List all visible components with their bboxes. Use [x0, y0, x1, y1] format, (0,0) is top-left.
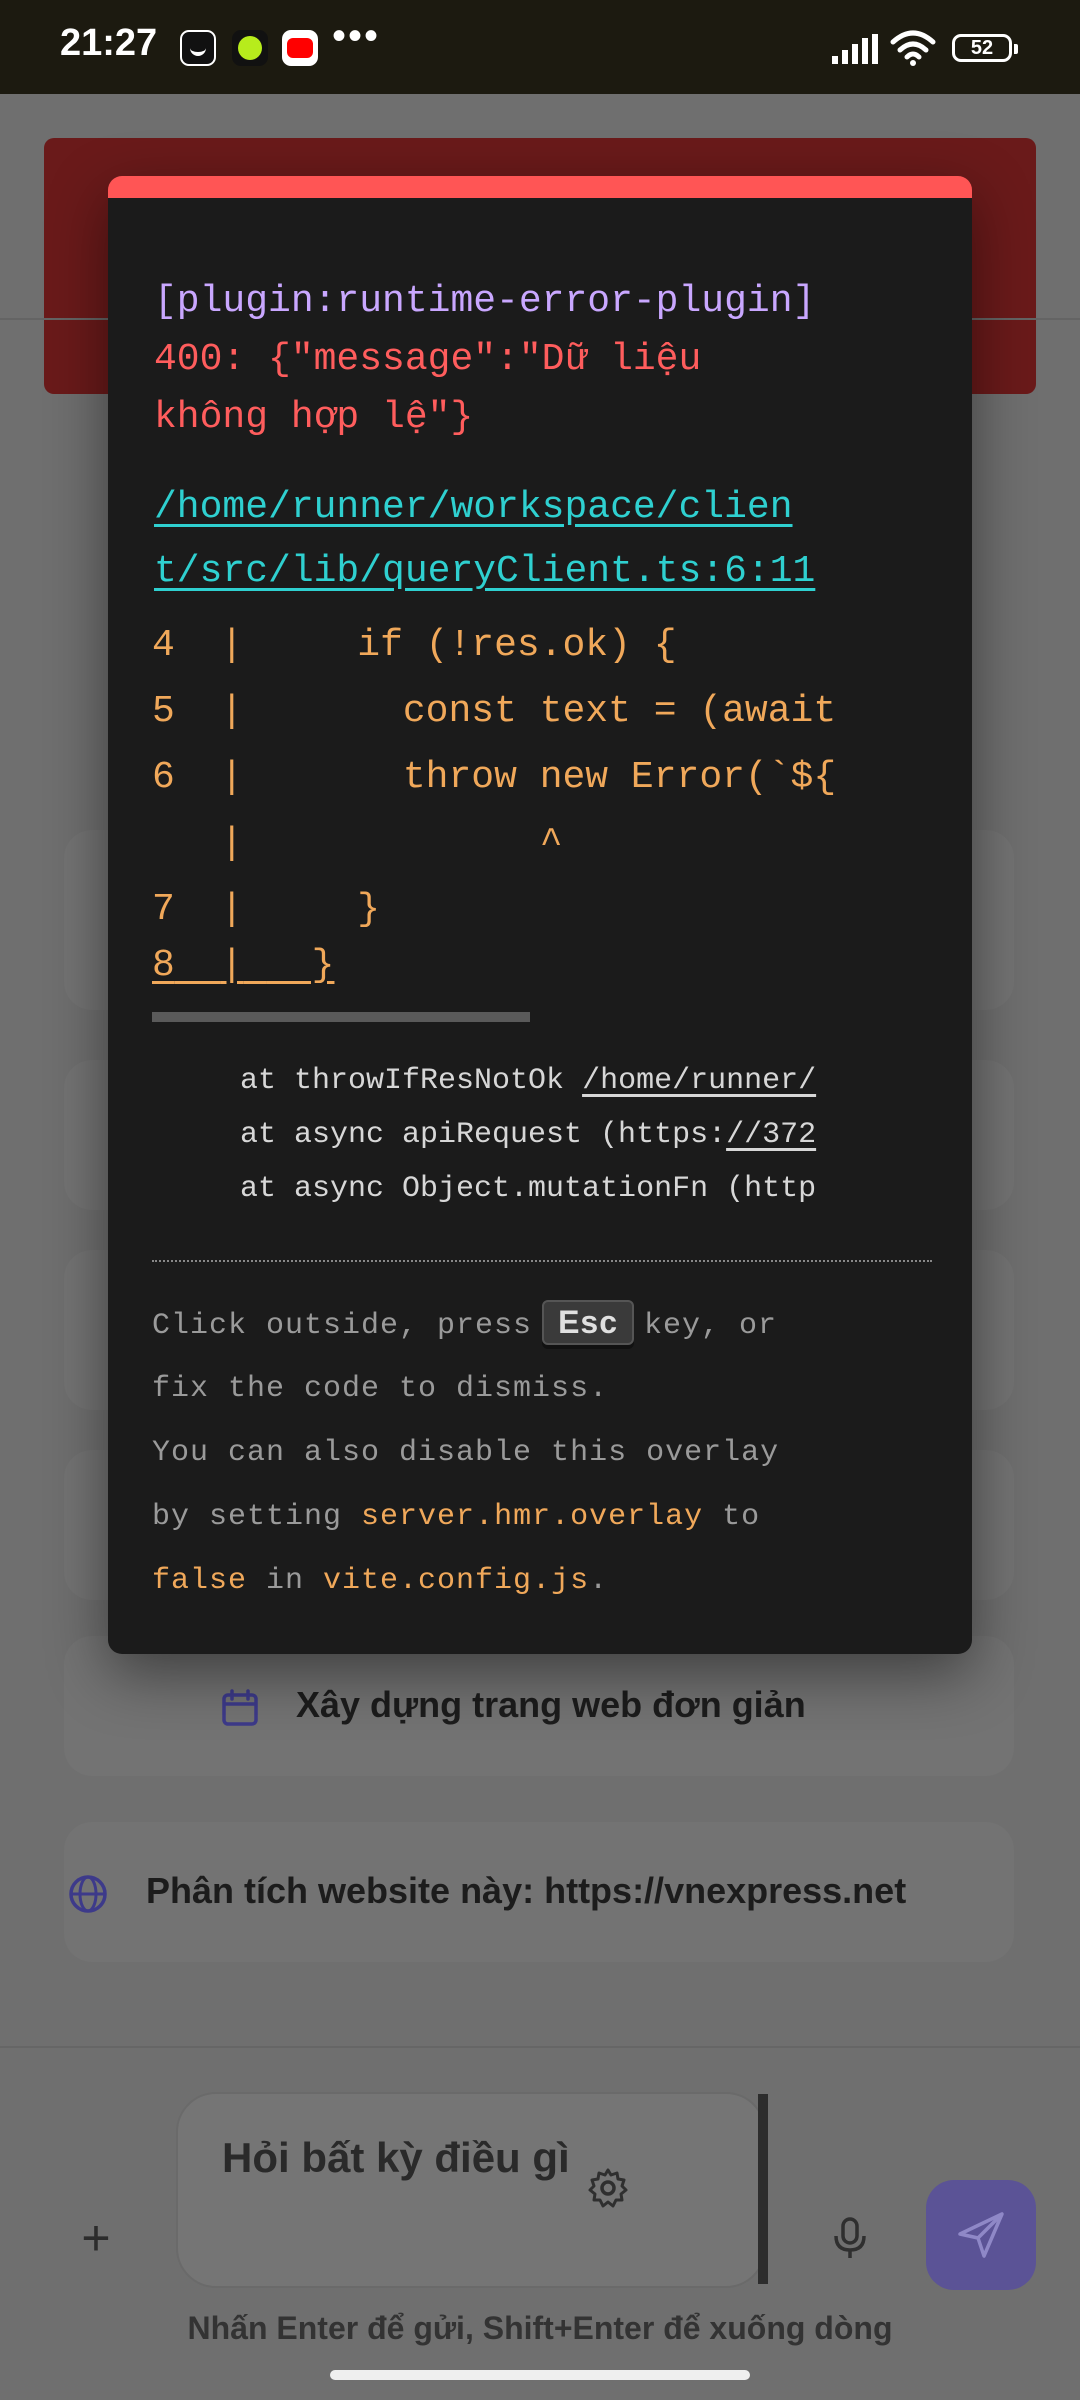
home-indicator[interactable] — [330, 2370, 750, 2380]
chat-input-placeholder: Hỏi bất kỳ điều gì — [222, 2134, 570, 2181]
error-file-link[interactable]: /home/runner/workspace/clien — [154, 486, 793, 529]
disable-tip-end: false in vite.config.js. — [152, 1564, 609, 1598]
signal-icon — [832, 34, 878, 64]
dismiss-tip-cont: fix the code to dismiss. — [152, 1372, 609, 1406]
suggestion-text: Phân tích website này: https://vnexpress… — [146, 1870, 907, 1911]
stack-frame: at async Object.mutationFn (http — [240, 1172, 817, 1206]
code-line: 5 | const text = (await — [152, 690, 837, 733]
disable-tip: You can also disable this overlay — [152, 1436, 780, 1470]
code-line: 4 | if (!res.ok) { — [152, 624, 677, 667]
esc-key: Esc — [542, 1300, 634, 1345]
youtube-icon — [282, 30, 318, 66]
calendar-icon — [222, 1689, 258, 1726]
error-overlay[interactable]: [plugin:runtime-error-plugin] 400: {"mes… — [108, 176, 972, 1654]
overlay-divider — [152, 1260, 932, 1262]
error-message: 400: {"message":"Dữ liệu — [154, 338, 702, 381]
code-line: 6 | throw new Error(`${ — [152, 756, 837, 799]
stack-frame: at async apiRequest (https://372 — [240, 1118, 817, 1152]
status-bar: 21:27 ••• 52 — [0, 0, 1080, 94]
more-icon: ••• — [332, 14, 381, 58]
composer-divider — [0, 2046, 1080, 2048]
code-frame: 4 | if (!res.ok) { 5 | const text = (awa… — [152, 624, 932, 984]
code-line: 7 | } — [152, 888, 381, 931]
stack-frame: at throwIfResNotOk /home/runner/ — [240, 1064, 817, 1098]
battery-icon: 52 — [952, 34, 1018, 62]
code-horizontal-scrollbar[interactable] — [152, 1012, 530, 1022]
code-line: 8 | } — [152, 944, 335, 984]
microphone-icon[interactable] — [828, 2216, 872, 2260]
composer-hint: Nhấn Enter để gửi, Shift+Enter để xuống … — [187, 2310, 893, 2346]
input-scrollbar[interactable] — [758, 2094, 768, 2284]
globe-icon — [69, 1875, 107, 1913]
error-message-cont: không hợp lệ"} — [154, 396, 474, 439]
send-button[interactable] — [926, 2180, 1036, 2290]
gear-icon[interactable] — [586, 2166, 630, 2210]
send-icon — [958, 2212, 1004, 2258]
chat-input[interactable]: Hỏi bất kỳ điều gì — [176, 2092, 766, 2288]
code-line: | ^ — [220, 822, 563, 865]
error-file-link-cont[interactable]: t/src/lib/queryClient.ts:6:11 — [154, 550, 815, 593]
green-dot-app-icon — [232, 30, 268, 66]
status-time: 21:27 — [60, 22, 158, 64]
wifi-icon — [890, 30, 936, 66]
add-attachment-button[interactable]: + — [76, 2213, 116, 2263]
suggestion-card-web[interactable]: Xây dựng trang web đơn giản — [64, 1636, 1014, 1776]
plugin-name: [plugin:runtime-error-plugin] — [154, 280, 816, 323]
face-app-icon — [180, 30, 216, 66]
disable-tip-cont: by setting server.hmr.overlay to — [152, 1500, 761, 1534]
suggestion-card-analyze[interactable]: Phân tích website này: https://vnexpress… — [64, 1822, 1014, 1962]
suggestion-text: Xây dựng trang web đơn giản — [296, 1684, 806, 1725]
dismiss-tip: Click outside, press Esc key, or — [152, 1300, 777, 1345]
